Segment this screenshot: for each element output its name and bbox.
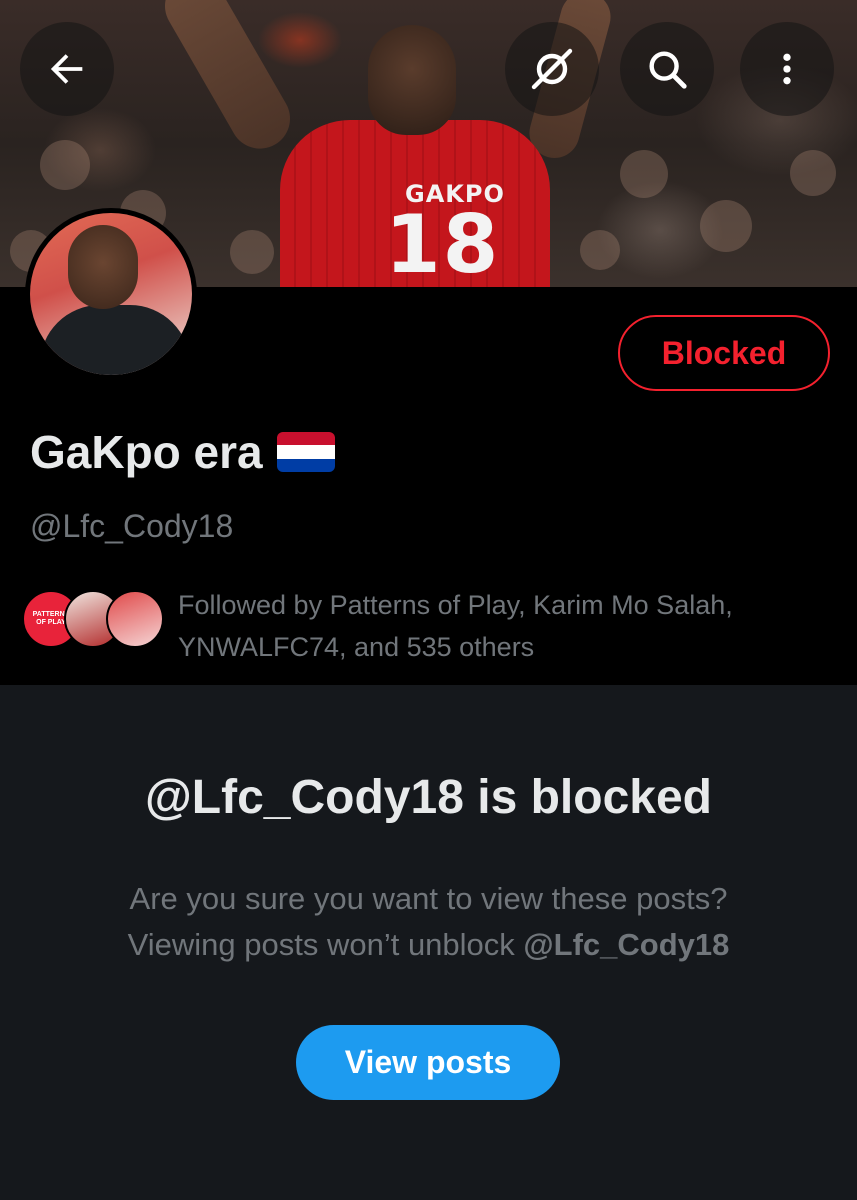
followed-by-row[interactable]: PATTERNS OF PLAY Followed by Patterns of… bbox=[22, 590, 857, 668]
blocked-notice-line2: Viewing posts won’t unblock @Lfc_Cody18 bbox=[0, 922, 857, 968]
back-arrow-icon bbox=[50, 54, 83, 84]
blocked-notice-handle: @Lfc_Cody18 bbox=[523, 927, 730, 962]
avatar-image bbox=[30, 213, 192, 375]
view-posts-button[interactable]: View posts bbox=[296, 1025, 560, 1100]
display-name: GaKpo era bbox=[30, 425, 335, 479]
blocked-notice-title: @Lfc_Cody18 is blocked bbox=[145, 771, 712, 824]
follower-avatar bbox=[106, 590, 164, 648]
search-button[interactable] bbox=[620, 22, 714, 116]
search-icon bbox=[649, 51, 687, 89]
blocked-notice-line2-prefix: Viewing posts won’t unblock bbox=[127, 927, 524, 962]
grok-icon bbox=[531, 48, 573, 90]
display-name-text: GaKpo era bbox=[30, 426, 263, 478]
netherlands-flag-icon bbox=[276, 432, 335, 472]
banner-player-arm bbox=[154, 0, 301, 160]
blocked-button[interactable]: Blocked bbox=[618, 315, 830, 391]
profile-handle: @Lfc_Cody18 bbox=[30, 508, 234, 544]
avatar[interactable] bbox=[25, 208, 197, 380]
more-options-button[interactable] bbox=[740, 22, 834, 116]
followed-by-text[interactable]: Followed by Patterns of Play, Karim Mo S… bbox=[178, 584, 857, 668]
blocked-notice-description: Are you sure you want to view these post… bbox=[0, 876, 857, 968]
banner-player-head bbox=[368, 25, 456, 135]
more-vertical-icon bbox=[783, 53, 791, 85]
shirt-number: 18 bbox=[385, 198, 501, 287]
back-button[interactable] bbox=[20, 22, 114, 116]
blocked-notice-line1: Are you sure you want to view these post… bbox=[129, 881, 728, 916]
grok-button[interactable] bbox=[505, 22, 599, 116]
